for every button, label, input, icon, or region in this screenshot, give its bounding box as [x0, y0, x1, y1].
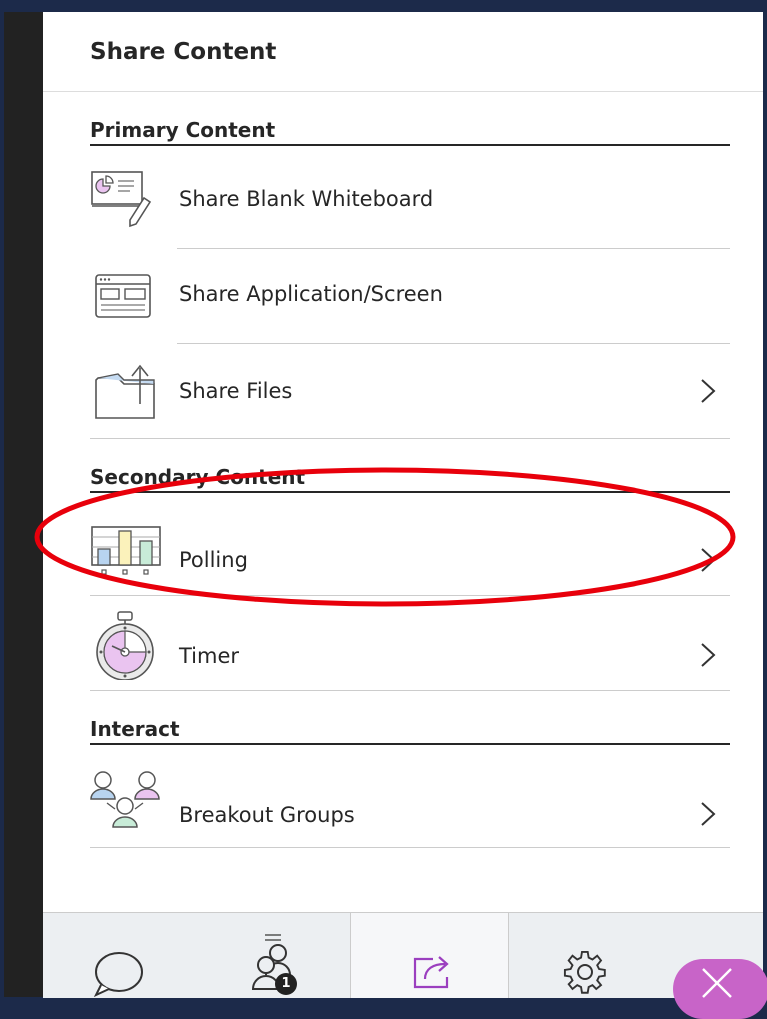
section-interact: Interact: [90, 717, 730, 745]
breakout-groups-icon: [90, 769, 170, 837]
chevron-right-icon: [698, 378, 718, 403]
share-content-panel: Share Content Primary Content Share Blan…: [43, 12, 767, 1019]
application-window-icon: [90, 271, 154, 325]
item-label: Polling: [179, 548, 248, 572]
section-secondary-content: Secondary Content: [90, 465, 730, 493]
item-label: Timer: [179, 644, 240, 668]
item-label: Share Application/Screen: [179, 282, 443, 306]
share-files-item[interactable]: Share Files: [90, 344, 730, 439]
item-divider: [90, 847, 730, 848]
close-icon: [697, 963, 737, 1007]
tab-chat[interactable]: [43, 913, 193, 998]
tab-share-content[interactable]: [350, 913, 509, 998]
section-primary-content: Primary Content: [90, 118, 730, 146]
bar-chart-icon: [90, 525, 162, 581]
share-icon: [411, 951, 455, 995]
section-heading: Primary Content: [90, 118, 276, 142]
left-dark-strip: [4, 12, 43, 997]
polling-item[interactable]: Polling: [90, 501, 730, 596]
folder-upload-icon: [90, 358, 160, 428]
chat-bubble-icon: [93, 951, 145, 1001]
item-label: Share Files: [179, 379, 293, 403]
item-divider: [90, 690, 730, 691]
timer-item[interactable]: Timer: [90, 596, 730, 691]
section-heading: Secondary Content: [90, 465, 306, 489]
item-label: Share Blank Whiteboard: [179, 187, 434, 211]
item-label: Breakout Groups: [179, 803, 355, 827]
tab-settings[interactable]: [507, 913, 667, 998]
share-blank-whiteboard-item[interactable]: Share Blank Whiteboard: [90, 152, 730, 249]
chevron-right-icon: [698, 801, 718, 826]
bottom-tab-bar: 1: [43, 912, 767, 1019]
breakout-groups-item[interactable]: Breakout Groups: [90, 753, 730, 848]
attendees-count-badge: 1: [275, 973, 297, 995]
share-application-screen-item[interactable]: Share Application/Screen: [90, 249, 730, 344]
close-button[interactable]: [673, 959, 767, 1019]
panel-header: Share Content: [43, 12, 763, 92]
item-divider: [90, 438, 730, 439]
panel-title: Share Content: [90, 39, 277, 65]
whiteboard-icon: [90, 168, 154, 236]
tab-attendees[interactable]: 1: [193, 913, 350, 998]
stopwatch-icon: [90, 610, 160, 684]
chevron-right-icon: [698, 547, 718, 572]
chevron-right-icon: [698, 642, 718, 667]
gear-icon: [563, 950, 607, 998]
section-heading: Interact: [90, 717, 180, 741]
